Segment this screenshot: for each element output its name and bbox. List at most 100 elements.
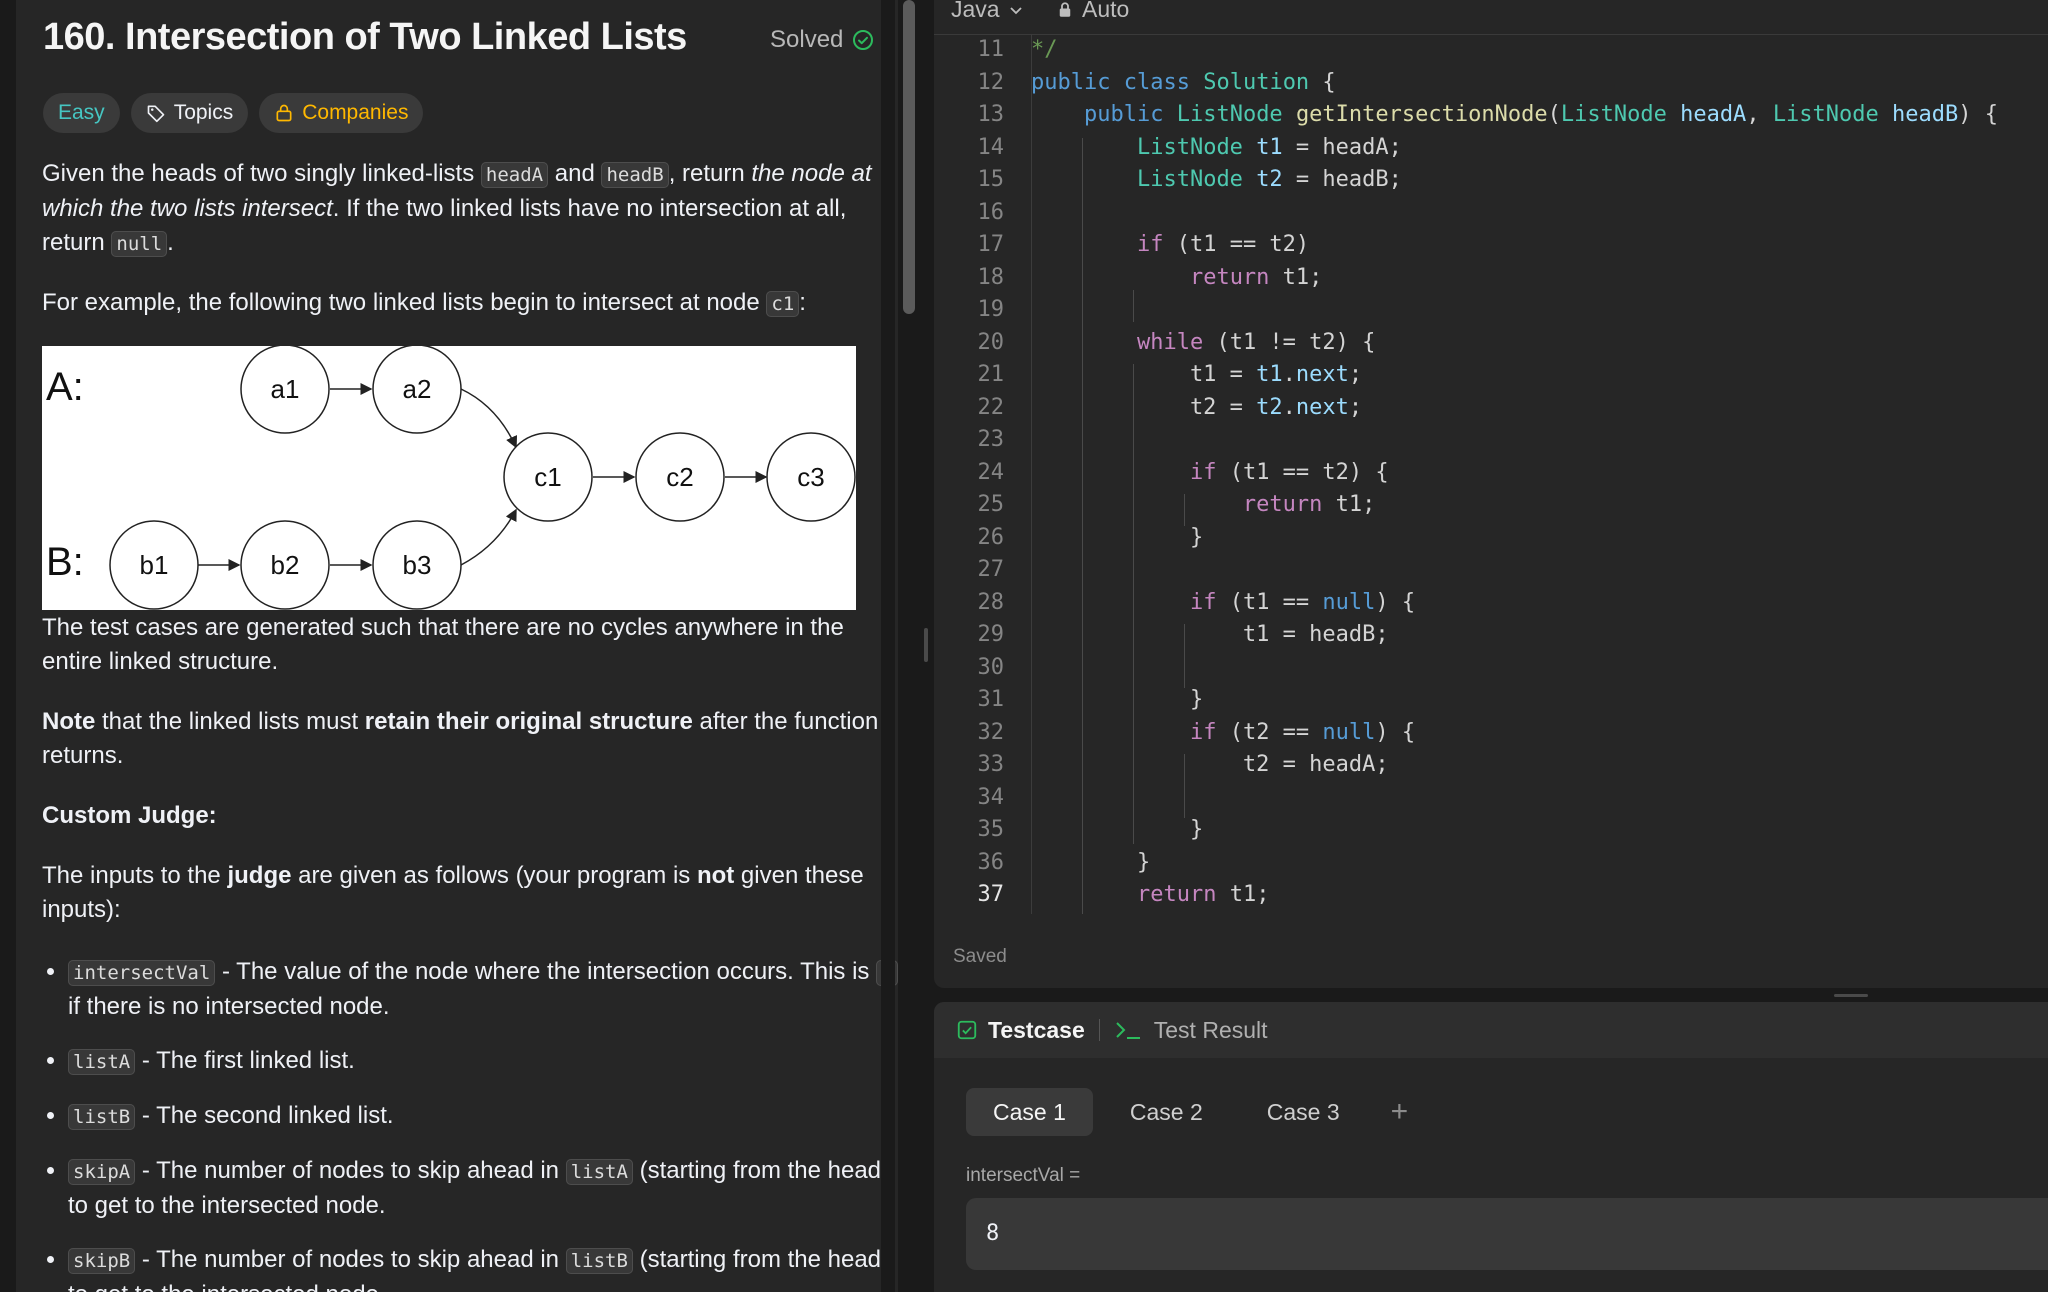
list-item: skipB - The number of nodes to skip ahea… [68, 1243, 898, 1292]
tag-row: Easy Topics Companies [43, 93, 424, 133]
save-status: Saved [953, 946, 1007, 967]
topics-label: Topics [173, 101, 234, 124]
node-label: a2 [403, 374, 432, 404]
judge-input-list: intersectVal - The value of the node whe… [42, 955, 898, 1292]
inline-code: intersectVal [68, 960, 216, 986]
description-panel: 160. Intersection of Two Linked Lists So… [16, 0, 898, 1292]
line-number: 18 [977, 264, 1005, 290]
bullet-text: - The value of the node where the inters… [215, 958, 877, 985]
case-tab-2[interactable]: Case 2 [1103, 1088, 1230, 1136]
bullet-text: - The number of nodes to skip ahead in [135, 1157, 566, 1184]
judge-bold: judge [227, 862, 292, 889]
check-circle-icon [853, 30, 874, 50]
line-number: 37 [977, 882, 1005, 907]
difficulty-label: Easy [58, 101, 105, 124]
code-text: */ [1031, 37, 1058, 62]
panel-resize-handle[interactable] [924, 628, 928, 662]
companies-label: Companies [302, 101, 409, 124]
companies-tag[interactable]: Companies [259, 93, 424, 133]
code-text: if (t1 == t2) [1136, 232, 1310, 257]
node-label: b1 [140, 550, 169, 580]
case-tabs: Case 1 Case 2 Case 3 + [966, 1088, 1408, 1136]
example-text: For example, the following two linked li… [42, 289, 767, 316]
param-label: intersectVal = [966, 1165, 1081, 1186]
inline-code: null [111, 231, 168, 257]
lock-icon [276, 104, 292, 122]
topics-tag[interactable]: Topics [130, 93, 249, 133]
tab-testcase[interactable]: Testcase [956, 1017, 1085, 1044]
intro-text: , return [668, 160, 752, 187]
inline-code: listB [68, 1104, 136, 1130]
line-number: 22 [977, 394, 1005, 420]
case-tab-3[interactable]: Case 3 [1240, 1088, 1367, 1136]
bullet-text: - The number of nodes to skip ahead in [135, 1246, 566, 1273]
tab-test-result-label: Test Result [1153, 1016, 1268, 1043]
code-text: if (t1 == null) { [1189, 589, 1416, 615]
inline-code: listA [565, 1159, 633, 1185]
intro-paragraph: Given the heads of two singly linked-lis… [42, 157, 888, 261]
code-text: t1 = headB; [1031, 622, 1389, 647]
note-bold: retain their original structure [364, 708, 693, 735]
node-label: c2 [666, 462, 693, 492]
tab-separator [1098, 1019, 1100, 1041]
editor-resize-handle[interactable] [1834, 994, 1868, 997]
difficulty-tag[interactable]: Easy [43, 93, 120, 133]
indent-guide [1184, 754, 1185, 818]
list-a-label: A: [46, 365, 84, 409]
editor-toolbar: Java Auto [934, 0, 2048, 35]
line-number: 15 [977, 167, 1005, 192]
intro-text: . [167, 229, 174, 256]
indent-guide [1184, 494, 1185, 526]
note-bold: Note [42, 708, 96, 735]
node-label: a1 [271, 374, 300, 404]
code-text: t1 = t1.next; [1031, 362, 1363, 387]
code-lines[interactable]: 11 */ 12 public class Solution {13 public L… [934, 34, 2048, 914]
line-number: 28 [977, 589, 1005, 615]
bullet-text: if there is no intersected node. [68, 993, 390, 1020]
judge-heading-text: Custom Judge: [42, 802, 217, 829]
code-text: public class Solution { [1031, 69, 1336, 95]
line-number: 21 [977, 362, 1005, 387]
problem-title: 160. Intersection of Two Linked Lists [43, 16, 687, 58]
line-number: 24 [977, 459, 1005, 485]
list-b-label: B: [46, 540, 84, 584]
testcase-panel: Testcase Test Result Case 1 Case 2 Case … [934, 1002, 2048, 1292]
code-text: t2 = headA; [1031, 752, 1389, 777]
inline-code: listB [565, 1248, 633, 1274]
line-number: 31 [977, 687, 1005, 712]
line-number: 35 [977, 817, 1005, 842]
tests-text: The test cases are generated such that t… [42, 614, 844, 675]
line-number: 32 [977, 719, 1005, 745]
example-paragraph: For example, the following two linked li… [42, 286, 888, 321]
list-item: skipA - The number of nodes to skip ahea… [68, 1154, 898, 1223]
add-case-button[interactable]: + [1391, 1095, 1409, 1129]
inline-code: listA [68, 1049, 136, 1075]
tab-test-result[interactable]: Test Result [1114, 1017, 1268, 1044]
node-label: b3 [403, 550, 432, 580]
indent-guide [1184, 624, 1185, 688]
line-number: 13 [977, 102, 1005, 127]
inline-code: headB [601, 162, 669, 188]
case-tab-1[interactable]: Case 1 [966, 1088, 1093, 1136]
inline-code: c1 [766, 291, 800, 317]
line-number: 29 [977, 622, 1005, 647]
code-editor[interactable]: Java Auto 11 */12 public class Solution {1… [934, 0, 2048, 988]
line-number: 12 [977, 69, 1005, 95]
code-text: if (t1 == t2) { [1189, 459, 1389, 485]
auto-mode-toggle[interactable]: Auto [1056, 0, 1129, 23]
code-text: } [1031, 687, 1204, 712]
line-number: 17 [977, 232, 1005, 257]
judge-paragraph: The inputs to the judge are given as fol… [42, 859, 888, 927]
inline-code: skipB [68, 1248, 136, 1274]
description-scrollbar[interactable] [903, 0, 915, 314]
language-selector[interactable]: Java [951, 0, 1024, 23]
description-scroll-track[interactable] [881, 0, 895, 1292]
node-label: b2 [271, 550, 300, 580]
intro-text: and [548, 160, 602, 187]
linked-list-diagram: A: B: a1 a2 b1 b2 b3 c1 c2 c3 [42, 346, 856, 610]
code-text: } [1031, 524, 1204, 550]
lock-icon [1059, 1, 1071, 17]
tag-icon [147, 105, 165, 123]
param-input[interactable]: 8 [966, 1198, 2048, 1270]
line-number: 25 [977, 492, 1005, 517]
